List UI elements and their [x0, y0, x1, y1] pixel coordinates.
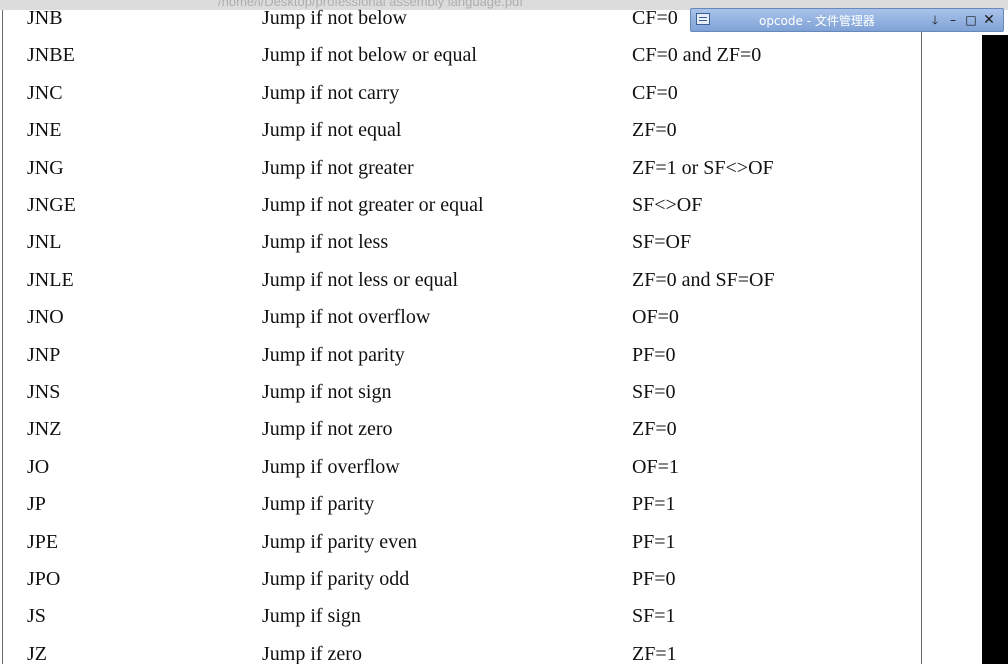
file-manager-title: opcode - 文件管理器 [759, 14, 875, 28]
opcode-condition: ZF=1 [632, 642, 677, 664]
document-page: JNB Jump if not below CF=0 JNBE Jump if not … [2, 7, 922, 664]
opcode-mnemonic: JPO [27, 568, 61, 590]
table-row: JPE Jump if parity even PF=1 [3, 524, 921, 561]
opcode-description: Jump if not less [262, 231, 389, 254]
opcode-mnemonic: JNGE [27, 194, 76, 216]
opcode-mnemonic: JNS [27, 381, 61, 403]
close-icon[interactable]: ✕ [981, 11, 997, 29]
opcode-mnemonic: JNG [27, 156, 64, 179]
table-row: JNP Jump if not parity PF=0 [3, 337, 921, 374]
opcode-description: Jump if zero [262, 642, 362, 664]
opcode-mnemonic: JNP [27, 343, 61, 366]
table-row: JNO Jump if not overflow OF=0 [3, 299, 921, 336]
table-row: JPO Jump if parity odd PF=0 [3, 561, 921, 598]
opcode-condition: PF=0 [632, 568, 676, 590]
pdf-viewer-window: /home/l/Desktop/professional assembly la… [0, 0, 1008, 664]
opcode-mnemonic: JNC [27, 81, 63, 104]
table-row: JNC Jump if not carry CF=0 [3, 75, 921, 112]
table-row: JS Jump if sign SF=1 [3, 598, 921, 635]
scrollbar[interactable] [982, 35, 1008, 664]
opcode-condition: ZF=0 and SF=OF [632, 268, 775, 291]
table-row: JNLE Jump if not less or equal ZF=0 and SF… [3, 262, 921, 299]
opcode-description: Jump if not below or equal [262, 44, 477, 67]
table-row: JNBE Jump if not below or equal CF=0 and Z… [3, 37, 921, 74]
opcode-description: Jump if overflow [262, 455, 400, 478]
opcode-condition: OF=0 [632, 306, 679, 329]
opcode-description: Jump if not sign [262, 381, 392, 403]
opcode-condition: ZF=0 [632, 119, 677, 142]
opcode-condition: SF=OF [632, 231, 692, 254]
opcode-mnemonic: JP [27, 493, 46, 516]
table-row: JO Jump if overflow OF=1 [3, 449, 921, 486]
opcode-mnemonic: JNLE [27, 268, 74, 291]
opcode-description: Jump if sign [262, 605, 361, 628]
table-row: JNS Jump if not sign SF=0 [3, 374, 921, 411]
opcode-mnemonic: JS [27, 605, 46, 628]
opcode-condition: CF=0 [632, 81, 678, 104]
opcode-description: Jump if parity [262, 493, 375, 516]
table-row: JNL Jump if not less SF=OF [3, 224, 921, 261]
file-manager-taskbar-window[interactable]: opcode - 文件管理器 🡓 – □ ✕ [690, 8, 1004, 32]
opcode-condition: OF=1 [632, 455, 679, 478]
opcode-mnemonic: JPE [27, 530, 59, 553]
opcode-description: Jump if parity odd [262, 568, 410, 590]
opcode-description: Jump if not below [262, 7, 407, 29]
opcode-description: Jump if not overflow [262, 306, 431, 329]
opcode-condition: PF=0 [632, 343, 676, 366]
opcode-condition: ZF=1 or SF<>OF [632, 156, 774, 179]
opcode-description: Jump if not greater [262, 156, 414, 179]
opcode-description: Jump if not carry [262, 81, 400, 104]
table-row: JZ Jump if zero ZF=1 [3, 636, 921, 664]
shade-down-icon[interactable]: 🡓 [927, 11, 943, 29]
opcode-condition: SF=1 [632, 605, 676, 628]
opcode-mnemonic: JZ [27, 642, 47, 664]
table-row: JNE Jump if not equal ZF=0 [3, 112, 921, 149]
opcode-description: Jump if not less or equal [262, 268, 459, 291]
opcode-mnemonic: JNE [27, 119, 62, 142]
opcode-description: Jump if not greater or equal [262, 194, 484, 216]
table-row: JNZ Jump if not zero ZF=0 [3, 411, 921, 448]
opcode-description: Jump if parity even [262, 530, 417, 553]
opcode-condition: PF=1 [632, 493, 676, 516]
minimize-icon[interactable]: – [945, 11, 961, 29]
table-row: JNGE Jump if not greater or equal SF<>OF [3, 187, 921, 224]
window-menu-icon[interactable] [696, 13, 710, 25]
opcode-mnemonic: JNB [27, 7, 63, 29]
opcode-condition: PF=1 [632, 530, 676, 553]
opcode-mnemonic: JNL [27, 231, 62, 254]
opcode-mnemonic: JO [27, 455, 50, 478]
maximize-icon[interactable]: □ [963, 11, 979, 29]
opcode-description: Jump if not zero [262, 418, 393, 441]
opcode-description: Jump if not parity [262, 343, 405, 366]
opcode-condition: SF=0 [632, 381, 676, 403]
opcode-condition: SF<>OF [632, 194, 703, 216]
table-row: JP Jump if parity PF=1 [3, 486, 921, 523]
opcode-condition: CF=0 and ZF=0 [632, 44, 762, 67]
opcode-mnemonic: JNO [27, 306, 64, 329]
opcode-description: Jump if not equal [262, 119, 402, 142]
opcode-mnemonic: JNBE [27, 44, 75, 67]
table-row: JNG Jump if not greater ZF=1 or SF<>OF [3, 150, 921, 187]
opcode-condition: ZF=0 [632, 418, 677, 441]
opcode-condition: CF=0 [632, 7, 678, 29]
opcode-mnemonic: JNZ [27, 418, 62, 441]
viewer-background [922, 10, 982, 664]
